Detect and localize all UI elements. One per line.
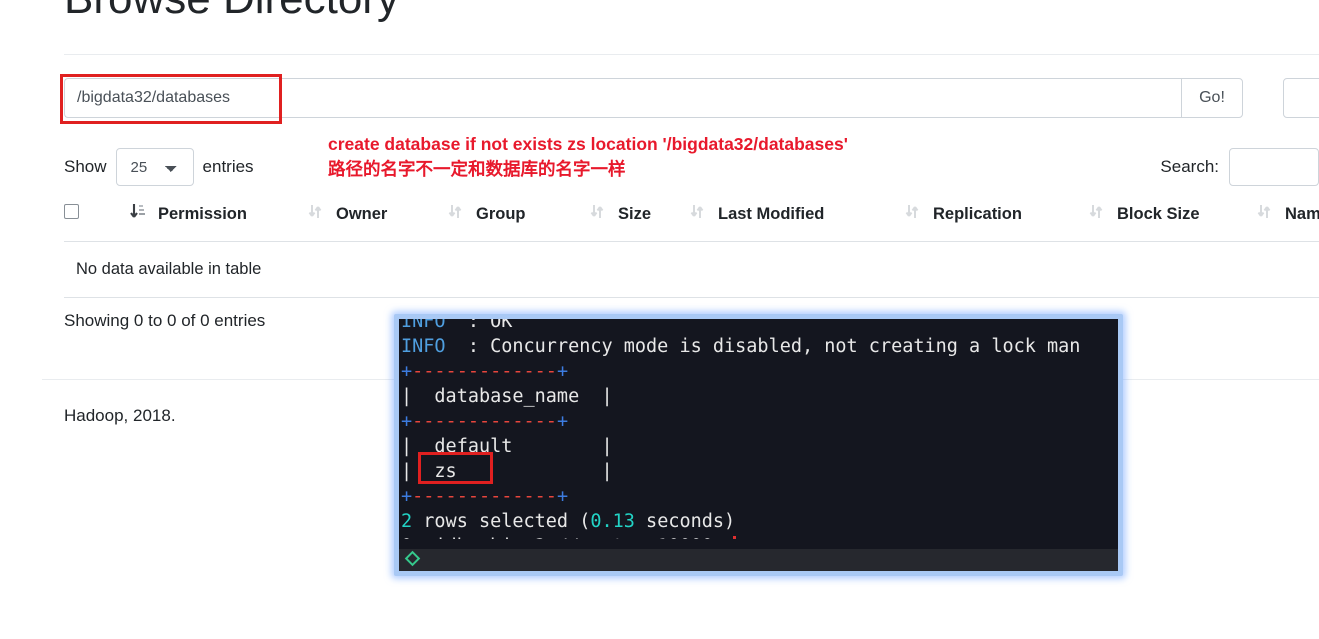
- select-all-checkbox[interactable]: [64, 204, 79, 219]
- go-button[interactable]: Go!: [1181, 78, 1243, 118]
- column-group-label: Group: [476, 205, 526, 224]
- entries-label: entries: [203, 157, 254, 177]
- terminal-line: +-------------+: [401, 484, 1118, 509]
- terminal-line: +-------------+: [401, 409, 1118, 434]
- terminal-line: | default |: [401, 434, 1118, 459]
- column-block-size[interactable]: Block Size: [1089, 203, 1257, 242]
- terminal-window[interactable]: INFO : OKINFO : Concurrency mode is disa…: [399, 319, 1118, 571]
- column-group[interactable]: Group: [448, 203, 590, 242]
- show-label: Show: [64, 157, 107, 177]
- terminal-line: 2 rows selected (0.13 seconds): [401, 509, 1118, 534]
- column-block-size-label: Block Size: [1117, 205, 1200, 224]
- annotation-line-1: create database if not exists zs locatio…: [328, 132, 848, 157]
- search-control: Search:: [1160, 148, 1319, 186]
- sort-icon: [308, 203, 326, 225]
- table-info: Showing 0 to 0 of 0 entries: [64, 311, 265, 331]
- table-empty-row: No data available in table: [64, 242, 1319, 298]
- sort-amount-down-icon: [130, 203, 148, 225]
- column-permission[interactable]: Permission: [130, 203, 308, 242]
- column-name[interactable]: Name: [1257, 203, 1319, 242]
- column-size-label: Size: [618, 205, 651, 224]
- column-replication-label: Replication: [933, 205, 1022, 224]
- red-annotation: create database if not exists zs locatio…: [328, 132, 848, 182]
- terminal-line: +-------------+: [401, 359, 1118, 384]
- terminal-line: INFO : OK: [401, 319, 1118, 334]
- column-last-modified[interactable]: Last Modified: [690, 203, 905, 242]
- search-input[interactable]: [1229, 148, 1319, 186]
- column-last-modified-label: Last Modified: [718, 205, 824, 224]
- column-select-all[interactable]: [64, 203, 130, 242]
- column-owner-label: Owner: [336, 205, 387, 224]
- table-header-row: Permission Owner: [64, 203, 1319, 242]
- sort-icon: [690, 203, 708, 225]
- sort-icon: [1089, 203, 1107, 225]
- terminal-line: | zs |: [401, 459, 1118, 484]
- empty-message: No data available in table: [64, 242, 1319, 298]
- search-label: Search:: [1160, 157, 1219, 177]
- terminal-line: 0: jdbc:hive2://master:10000>: [401, 534, 1118, 539]
- column-permission-label: Permission: [158, 205, 247, 224]
- terminal-line: | database_name |: [401, 384, 1118, 409]
- annotation-line-2: 路径的名字不一定和数据库的名字一样: [328, 157, 848, 182]
- directory-table: Permission Owner: [64, 203, 1319, 298]
- show-entries-control: Show 2550100 entries: [64, 148, 254, 186]
- sort-icon: [1257, 203, 1275, 225]
- column-replication[interactable]: Replication: [905, 203, 1089, 242]
- sort-icon: [905, 203, 923, 225]
- column-owner[interactable]: Owner: [308, 203, 448, 242]
- browse-directory-page: Browse Directory Go! 🗁 Show 2550100 entr…: [0, 0, 1319, 639]
- column-size[interactable]: Size: [590, 203, 690, 242]
- terminal-status-bar: [399, 549, 1118, 571]
- title-divider: [64, 54, 1319, 55]
- terminal-cursor: [733, 536, 736, 539]
- footer-text: Hadoop, 2018.: [64, 406, 176, 426]
- page-title: Browse Directory: [64, 0, 399, 24]
- page-length-select[interactable]: 2550100: [116, 148, 194, 186]
- sort-icon: [590, 203, 608, 225]
- column-name-label: Name: [1285, 205, 1319, 224]
- terminal-line: INFO : Concurrency mode is disabled, not…: [401, 334, 1118, 359]
- directory-path-input[interactable]: [64, 78, 1181, 118]
- sort-icon: [448, 203, 466, 225]
- browse-folder-button[interactable]: 🗁: [1283, 78, 1319, 118]
- terminal-output: INFO : OKINFO : Concurrency mode is disa…: [399, 319, 1118, 539]
- path-bar: Go! 🗁: [64, 78, 1319, 118]
- diamond-icon: [405, 551, 421, 567]
